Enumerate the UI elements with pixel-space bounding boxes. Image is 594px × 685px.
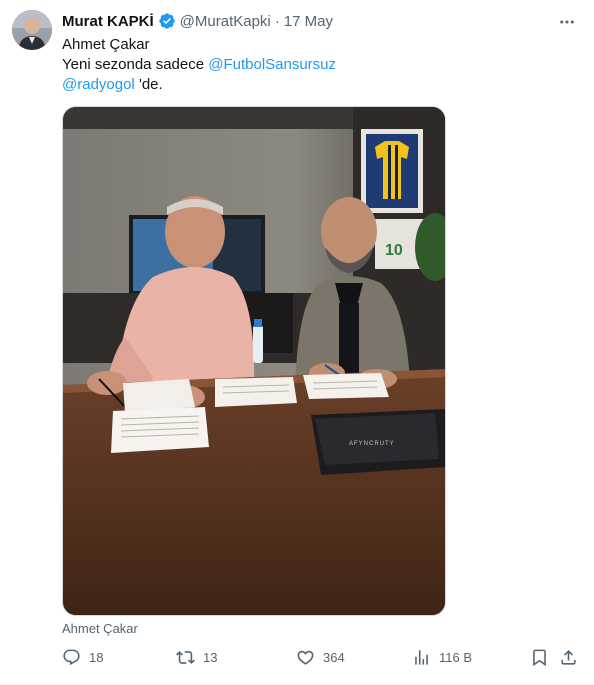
views-icon — [415, 650, 428, 665]
more-dots-icon — [560, 20, 574, 24]
avatar[interactable] — [12, 10, 52, 50]
reply-button[interactable]: 18 — [62, 648, 103, 667]
tweet-card[interactable]: Murat KAPKİ @MuratKapki · 17 May Ahmet Ç… — [0, 0, 594, 685]
separator-dot: · — [274, 12, 280, 30]
tweet-date[interactable]: 17 May — [284, 13, 333, 30]
folder-brand-text: AFYNCRUTY — [349, 441, 395, 447]
retweet-icon — [176, 651, 195, 664]
bookmark-icon — [533, 649, 546, 667]
bookmark-button[interactable] — [530, 648, 549, 667]
reply-count: 18 — [89, 650, 104, 665]
tweet-line-1: Ahmet Çakar — [62, 36, 150, 53]
views-button[interactable]: 116 B — [412, 648, 472, 667]
share-button[interactable] — [559, 648, 578, 667]
retweet-count: 13 — [203, 650, 218, 665]
tweet-line-2-text: Yeni sezonda sadece — [62, 56, 209, 73]
like-count: 364 — [323, 650, 345, 665]
more-button[interactable] — [556, 11, 578, 33]
reply-icon — [63, 649, 80, 666]
photo-illustration: 10 AFYNCRUTY — [63, 107, 445, 615]
svg-text:10: 10 — [385, 242, 403, 259]
tweet-line-2: Yeni sezonda sadece @FutbolSansursuz — [62, 55, 562, 75]
tweet-line-3-text: 'de. — [134, 76, 163, 93]
author-display-name[interactable]: Murat KAPKİ — [62, 13, 154, 30]
action-bar: 18 13 364 116 B — [62, 648, 582, 670]
media-caption: Ahmet Çakar — [62, 621, 138, 636]
mention-link-radyogol[interactable]: @radyogol — [62, 76, 135, 93]
tweet-text: Ahmet Çakar Yeni sezonda sadece @FutbolS… — [62, 35, 562, 95]
like-button[interactable]: 364 — [296, 648, 345, 667]
mention-link-futbolsansursuz[interactable]: @FutbolSansursuz — [208, 56, 336, 73]
author-handle[interactable]: @MuratKapki — [180, 13, 271, 30]
tweet-photo[interactable]: 10 AFYNCRUTY — [62, 106, 446, 616]
verified-badge-icon — [158, 13, 175, 29]
views-count: 116 B — [439, 650, 473, 665]
share-icon — [561, 650, 576, 665]
tweet-header: Murat KAPKİ @MuratKapki · 17 May — [62, 12, 333, 30]
retweet-button[interactable]: 13 — [176, 648, 217, 667]
tweet-line-3: @radyogol 'de. — [62, 75, 562, 95]
heart-icon — [297, 650, 314, 665]
